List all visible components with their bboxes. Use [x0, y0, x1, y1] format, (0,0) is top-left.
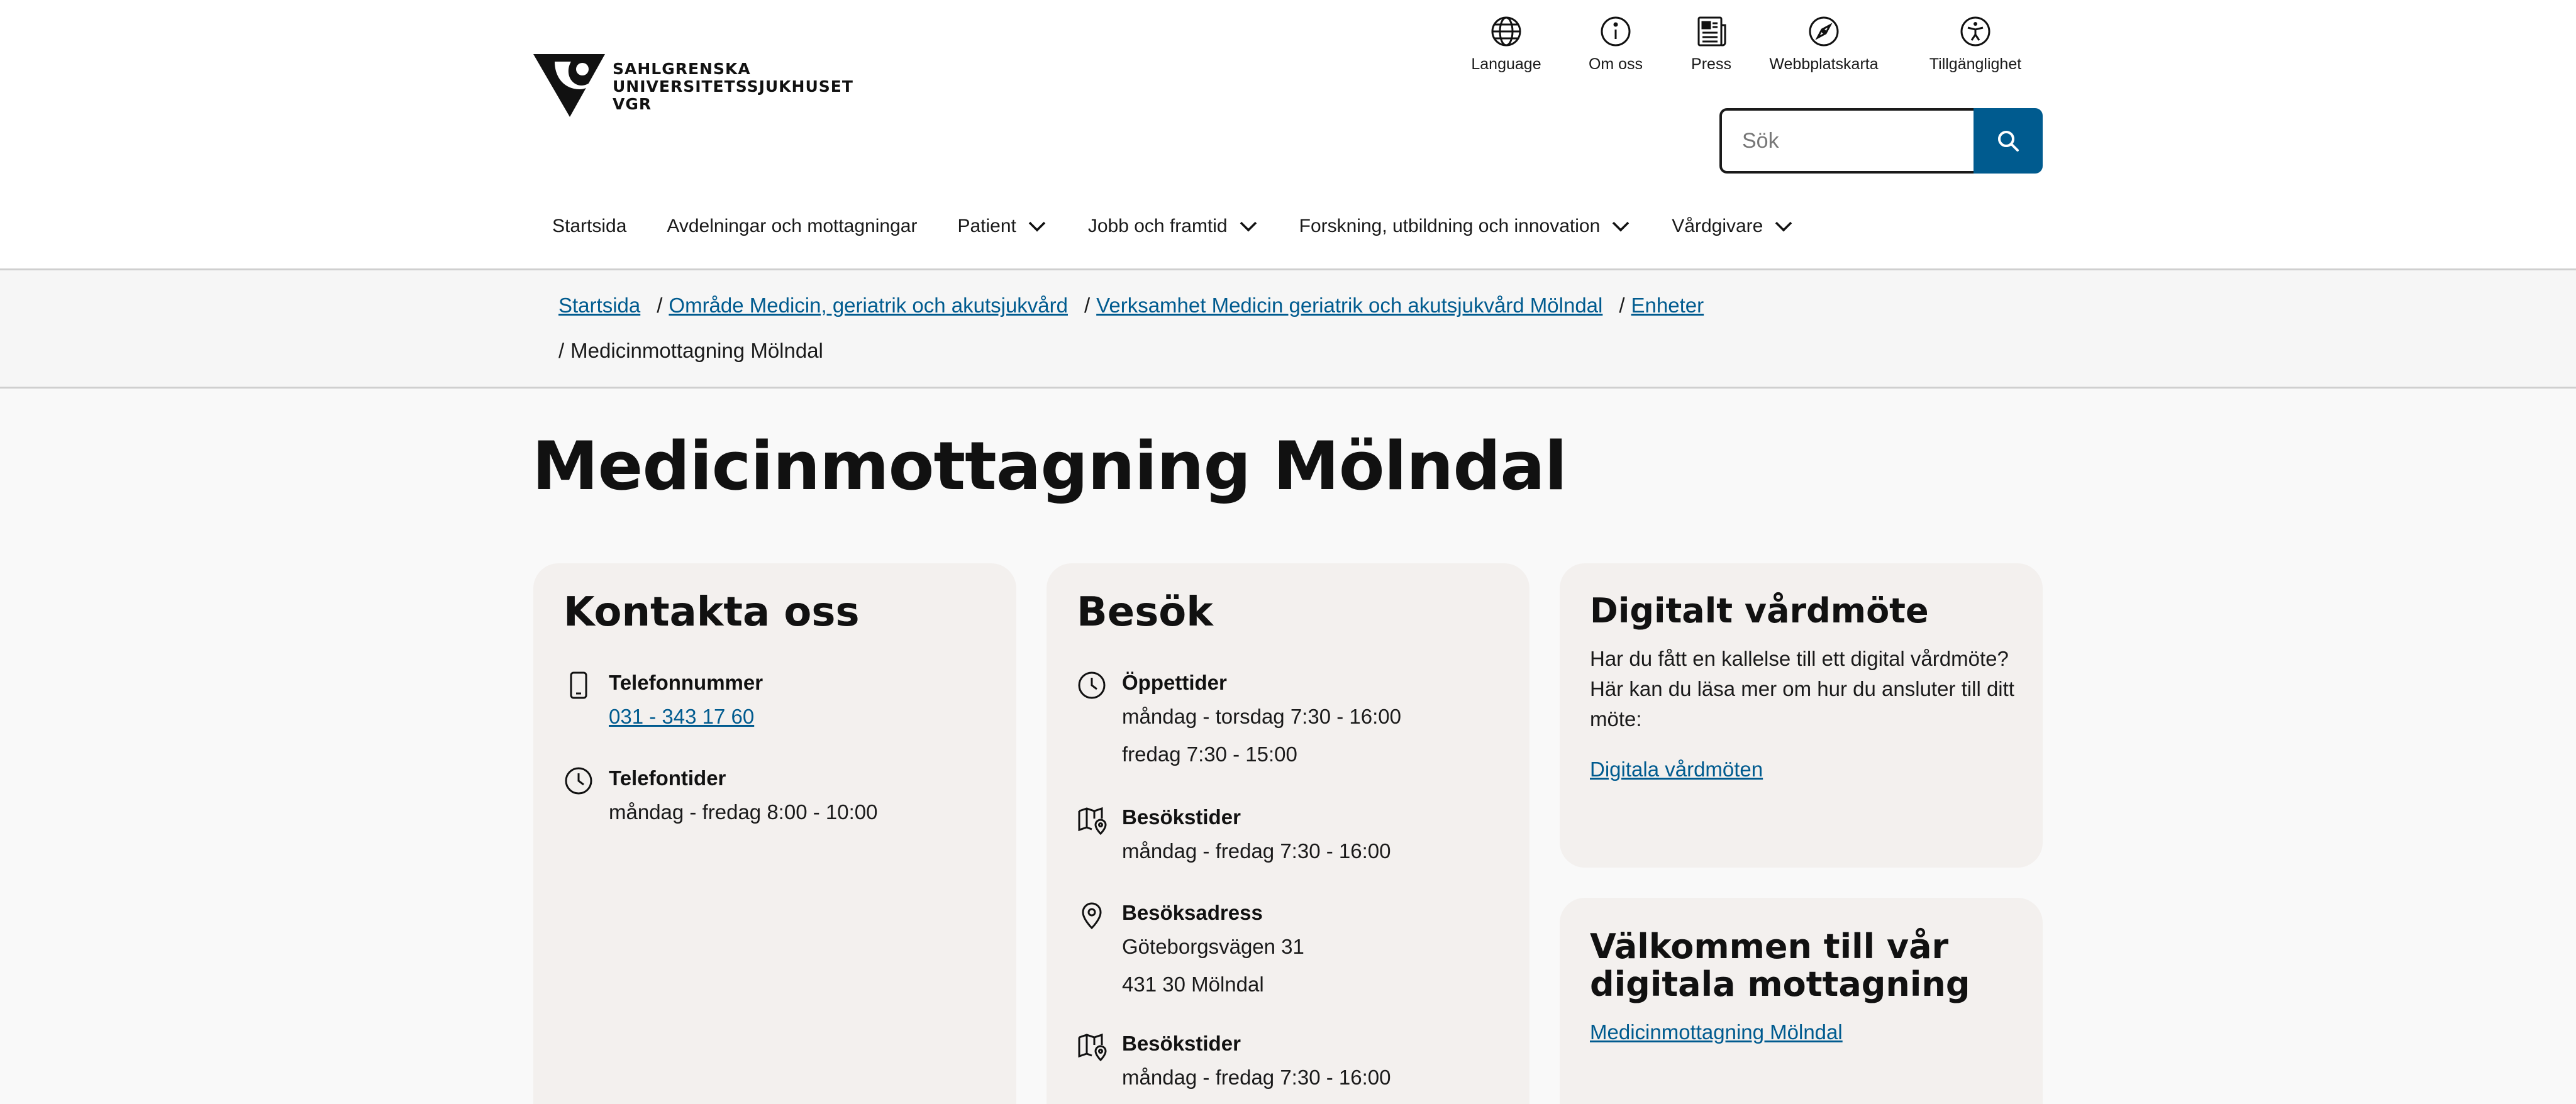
breadcrumb-separator: / — [1084, 294, 1091, 317]
info-icon — [1601, 16, 1631, 47]
newspaper-icon — [1697, 16, 1726, 47]
visit-address-line-2: 431 30 Mölndal — [1122, 973, 1264, 996]
nav-jobb[interactable]: Jobb och framtid — [1068, 207, 1279, 245]
breadcrumb-separator: / — [558, 339, 565, 362]
globe-icon — [1491, 16, 1521, 47]
breadcrumb-line-2: / Medicinmottagning Mölndal — [558, 336, 823, 366]
search-icon — [1998, 131, 2019, 152]
visit-visiting2-label: Besökstider — [1122, 1032, 1241, 1055]
search-form — [1719, 108, 2043, 174]
nav-avdelningar[interactable]: Avdelningar och mottagningar — [647, 207, 937, 245]
breadcrumb-current: Medicinmottagning Mölndal — [570, 339, 823, 362]
welcome-title-line-2: digitala mottagning — [1590, 964, 1970, 1004]
contact-title: Kontakta oss — [564, 589, 860, 636]
nav-forskning-label: Forskning, utbildning och innovation — [1299, 216, 1601, 236]
vgr-logo-icon — [533, 54, 605, 117]
breadcrumb-link-startsida[interactable]: Startsida — [558, 290, 640, 321]
util-language[interactable]: Language — [1446, 11, 1566, 80]
welcome-link[interactable]: Medicinmottagning Mölndal — [1590, 1017, 1843, 1047]
visit-opening: Öppettider måndag - torsdag 7:30 - 16:00… — [1077, 668, 1504, 773]
contact-hours-value: måndag - fredag 8:00 - 10:00 — [609, 800, 878, 824]
breadcrumb — [0, 270, 2576, 389]
visit-opening-line-1: måndag - torsdag 7:30 - 16:00 — [1122, 705, 1401, 728]
digital-title: Digitalt vårdmöte — [1590, 591, 1929, 631]
digital-card: Digitalt vårdmöte Har du fått en kallels… — [1560, 563, 2043, 868]
contact-card: Kontakta oss Telefonnummer 031 - 343 17 … — [533, 563, 1016, 1104]
visit-opening-line-2: fredag 7:30 - 15:00 — [1122, 742, 1297, 766]
breadcrumb-separator: / — [657, 294, 663, 317]
nav-avdelningar-label: Avdelningar och mottagningar — [667, 216, 918, 236]
site-header: SAHLGRENSKA UNIVERSITETSSJUKHUSET VGR La… — [0, 0, 2576, 270]
page-title: Medicinmottagning Mölndal — [532, 428, 1567, 505]
clock-icon — [565, 767, 592, 795]
nav-patient-label: Patient — [957, 216, 1016, 236]
breadcrumb-link-enheter[interactable]: Enheter — [1631, 290, 1704, 321]
visit-opening-label: Öppettider — [1122, 671, 1227, 694]
nav-vardgivare-label: Vårdgivare — [1672, 216, 1763, 236]
nav-patient[interactable]: Patient — [937, 207, 1067, 245]
breadcrumb-link-omrade[interactable]: Område Medicin, geriatrik och akutsjukvå… — [669, 290, 1068, 321]
breadcrumb-link-verksamhet[interactable]: Verksamhet Medicin geriatrik och akutsju… — [1096, 290, 1602, 321]
util-press[interactable]: Press — [1652, 11, 1771, 80]
visit-address-label: Besöksadress — [1122, 901, 1263, 924]
map-pin-icon — [1078, 807, 1107, 835]
util-press-label: Press — [1691, 55, 1731, 73]
utility-nav: Language Om oss Press Webbplatskarta Til… — [1446, 11, 2050, 80]
visit-visiting2-value: måndag - fredag 7:30 - 16:00 — [1122, 1066, 1391, 1089]
chevron-down-icon — [1775, 221, 1792, 232]
compass-icon — [1809, 16, 1839, 47]
breadcrumb-line-1: Startsida / Område Medicin, geriatrik oc… — [558, 290, 1704, 321]
util-tillganglighet-label: Tillgänglighet — [1929, 55, 2022, 73]
accessibility-icon — [1960, 16, 1990, 47]
chevron-down-icon — [1028, 221, 1046, 232]
chevron-down-icon — [1613, 221, 1629, 232]
phone-icon — [570, 671, 587, 699]
search-button[interactable] — [1974, 108, 2043, 174]
clock-icon — [1078, 671, 1106, 699]
nav-forskning[interactable]: Forskning, utbildning och innovation — [1279, 207, 1652, 245]
search-input[interactable] — [1719, 108, 1974, 174]
map-pin-icon — [1078, 1033, 1107, 1061]
nav-jobb-label: Jobb och framtid — [1087, 216, 1228, 236]
welcome-title-line-1: Välkommen till vår — [1590, 927, 1949, 966]
util-tillganglighet[interactable]: Tillgänglighet — [1916, 11, 2035, 80]
visit-visiting-hours: Besökstider måndag - fredag 7:30 - 16:00 — [1077, 802, 1504, 870]
main-nav: Startsida Avdelningar och mottagningar P… — [532, 207, 1814, 245]
nav-startsida-label: Startsida — [552, 216, 627, 236]
visit-visiting-label: Besökstider — [1122, 805, 1241, 829]
site-logo[interactable]: SAHLGRENSKA UNIVERSITETSSJUKHUSET VGR — [532, 53, 859, 122]
contact-phone-link[interactable]: 031 - 343 17 60 — [609, 705, 754, 728]
location-pin-icon — [1082, 902, 1102, 930]
breadcrumb-separator: / — [1619, 294, 1625, 317]
visit-title: Besök — [1077, 589, 1213, 636]
contact-hours: Telefontider måndag - fredag 8:00 - 10:0… — [564, 763, 991, 831]
welcome-card: Välkommen till vår digitala mottagning M… — [1560, 898, 2043, 1104]
visit-address: Besöksadress Göteborgsvägen 31 431 30 Mö… — [1077, 898, 1504, 1003]
util-webbplatskarta-label: Webbplatskarta — [1769, 55, 1879, 73]
digital-text: Har du fått en kallelse till ett digital… — [1590, 647, 2014, 731]
logo-text: SAHLGRENSKA UNIVERSITETSSJUKHUSET VGR — [613, 60, 853, 113]
contact-phone-label: Telefonnummer — [609, 671, 763, 694]
chevron-down-icon — [1240, 221, 1257, 232]
contact-hours-label: Telefontider — [609, 766, 726, 790]
util-language-label: Language — [1471, 55, 1541, 73]
digital-link[interactable]: Digitala vårdmöten — [1590, 754, 1763, 785]
nav-startsida[interactable]: Startsida — [532, 207, 647, 245]
visit-visiting-value: måndag - fredag 7:30 - 16:00 — [1122, 839, 1391, 863]
nav-vardgivare[interactable]: Vårdgivare — [1652, 207, 1814, 245]
visit-visiting-hours-2: Besökstider måndag - fredag 7:30 - 16:00 — [1077, 1029, 1504, 1096]
util-om-oss-label: Om oss — [1588, 55, 1643, 73]
visit-card: Besök Öppettider måndag - torsdag 7:30 -… — [1046, 563, 1530, 1104]
logo-line-2: UNIVERSITETSSJUKHUSET — [613, 77, 853, 96]
visit-address-line-1: Göteborgsvägen 31 — [1122, 935, 1304, 958]
logo-line-3: VGR — [613, 95, 652, 113]
logo-line-1: SAHLGRENSKA — [613, 60, 751, 78]
contact-phone: Telefonnummer 031 - 343 17 60 — [564, 668, 991, 736]
util-webbplatskarta[interactable]: Webbplatskarta — [1764, 11, 1884, 80]
